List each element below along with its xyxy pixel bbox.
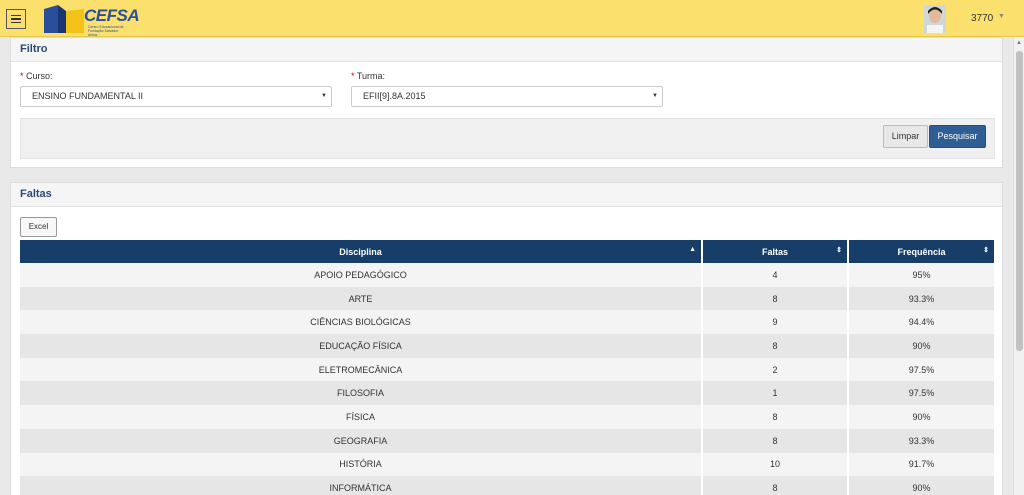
column-header-label: Frequência: [897, 246, 946, 257]
turma-label: * Turma:: [351, 71, 385, 81]
turma-select-value: EFII[9].8A.2015: [363, 91, 426, 101]
page-scrollbar[interactable]: ▲: [1013, 37, 1024, 495]
curso-label: * Curso:: [20, 71, 53, 81]
table-row[interactable]: CIÊNCIAS BIOLÓGICAS 9 94.4%: [20, 310, 994, 335]
cell-disciplina: EDUCAÇÃO FÍSICA: [20, 334, 703, 358]
clear-button[interactable]: Limpar: [883, 125, 928, 148]
cell-frequencia: 94.4%: [848, 310, 994, 335]
cell-frequencia: 97.5%: [848, 381, 994, 406]
column-header-label: Disciplina: [339, 246, 382, 257]
table-row[interactable]: FÍSICA 8 90%: [20, 405, 994, 429]
scroll-up-arrow-icon[interactable]: ▲: [1016, 40, 1022, 46]
cell-faltas: 10: [702, 452, 849, 477]
cell-disciplina: INFORMÁTICA: [20, 476, 703, 495]
cell-disciplina: APOIO PEDAGÓGICO: [20, 263, 703, 287]
search-button[interactable]: Pesquisar: [929, 125, 986, 148]
cell-frequencia: 90%: [848, 405, 994, 429]
cell-faltas: 4: [702, 263, 849, 287]
sort-icon[interactable]: ⇕: [836, 246, 842, 254]
table-row[interactable]: GEOGRAFIA 8 93.3%: [20, 428, 994, 453]
sort-icon[interactable]: ⇕: [983, 246, 989, 254]
table-row[interactable]: FILOSOFIA 1 97.5%: [20, 381, 994, 406]
cell-faltas: 9: [702, 310, 849, 335]
chevron-down-icon: ▼: [652, 93, 658, 99]
cell-faltas: 8: [702, 334, 849, 358]
table-header-row: Disciplina ▲ Faltas ⇕ Frequência ⇕: [20, 240, 994, 263]
table-row[interactable]: HISTÓRIA 10 91.7%: [20, 452, 994, 477]
cell-frequencia: 90%: [848, 476, 994, 495]
logo-text: CEFSA: [84, 6, 140, 25]
filter-actions-bar: Limpar Pesquisar: [20, 118, 995, 159]
turma-label-text: Turma:: [356, 71, 386, 81]
cell-faltas: 2: [702, 357, 849, 382]
faltas-panel: Faltas Excel Disciplina ▲ Faltas ⇕ Frequ…: [10, 182, 1003, 495]
table-row[interactable]: ELETROMECÂNICA 2 97.5%: [20, 357, 994, 382]
cell-frequencia: 91.7%: [848, 452, 994, 477]
turma-select[interactable]: EFII[9].8A.2015 ▼: [351, 86, 663, 107]
filter-panel: Filtro * Curso: ENSINO FUNDAMENTAL II ▼ …: [10, 37, 1003, 168]
cell-disciplina: HISTÓRIA: [20, 452, 703, 477]
cell-faltas: 8: [702, 476, 849, 495]
cell-disciplina: FÍSICA: [20, 405, 703, 429]
top-bar: CEFSA Centro Educacional da Fundação Sal…: [0, 0, 1024, 37]
cell-faltas: 8: [702, 428, 849, 453]
scrollbar-thumb[interactable]: [1016, 51, 1023, 351]
cell-frequencia: 97.5%: [848, 357, 994, 382]
cell-faltas: 1: [702, 381, 849, 406]
cefsa-logo[interactable]: CEFSA Centro Educacional da Fundação Sal…: [44, 5, 140, 37]
cell-faltas: 8: [702, 286, 849, 311]
cell-frequencia: 93.3%: [848, 428, 994, 453]
cell-faltas: 8: [702, 405, 849, 429]
column-header-frequencia[interactable]: Frequência ⇕: [848, 240, 994, 263]
table-row[interactable]: ARTE 8 93.3%: [20, 286, 994, 311]
table-row[interactable]: APOIO PEDAGÓGICO 4 95%: [20, 263, 994, 287]
column-header-disciplina[interactable]: Disciplina ▲: [20, 240, 703, 263]
sort-asc-icon[interactable]: ▲: [689, 246, 696, 253]
curso-select[interactable]: ENSINO FUNDAMENTAL II ▼: [20, 86, 332, 107]
cell-frequencia: 90%: [848, 334, 994, 358]
cell-disciplina: ELETROMECÂNICA: [20, 357, 703, 382]
hamburger-menu-icon[interactable]: [6, 9, 26, 29]
curso-label-text: Curso:: [26, 71, 53, 81]
logo-mark-icon: [44, 5, 84, 33]
cell-disciplina: ARTE: [20, 286, 703, 311]
avatar[interactable]: [924, 5, 946, 33]
chevron-down-icon: ▼: [321, 93, 327, 99]
excel-export-button[interactable]: Excel: [20, 217, 57, 237]
faltas-table: Disciplina ▲ Faltas ⇕ Frequência ⇕ APOIO…: [20, 240, 994, 495]
required-mark: *: [351, 71, 355, 81]
table-row[interactable]: INFORMÁTICA 8 90%: [20, 476, 994, 495]
cell-disciplina: CIÊNCIAS BIOLÓGICAS: [20, 310, 703, 335]
logo-subtitle: Centro Educacional da Fundação Salvador …: [88, 25, 124, 37]
table-row[interactable]: EDUCAÇÃO FÍSICA 8 90%: [20, 334, 994, 358]
faltas-title: Faltas: [11, 183, 1002, 207]
filter-title: Filtro: [11, 38, 1002, 62]
cell-disciplina: GEOGRAFIA: [20, 428, 703, 453]
required-mark: *: [20, 71, 24, 81]
user-photo-icon: [924, 5, 946, 33]
cell-frequencia: 95%: [848, 263, 994, 287]
column-header-faltas[interactable]: Faltas ⇕: [702, 240, 849, 263]
cell-frequencia: 93.3%: [848, 286, 994, 311]
cell-disciplina: FILOSOFIA: [20, 381, 703, 406]
curso-select-value: ENSINO FUNDAMENTAL II: [32, 91, 144, 101]
user-menu-chevron-icon[interactable]: ▼: [998, 13, 1005, 20]
user-id[interactable]: 3770: [971, 13, 993, 24]
column-header-label: Faltas: [761, 246, 788, 257]
